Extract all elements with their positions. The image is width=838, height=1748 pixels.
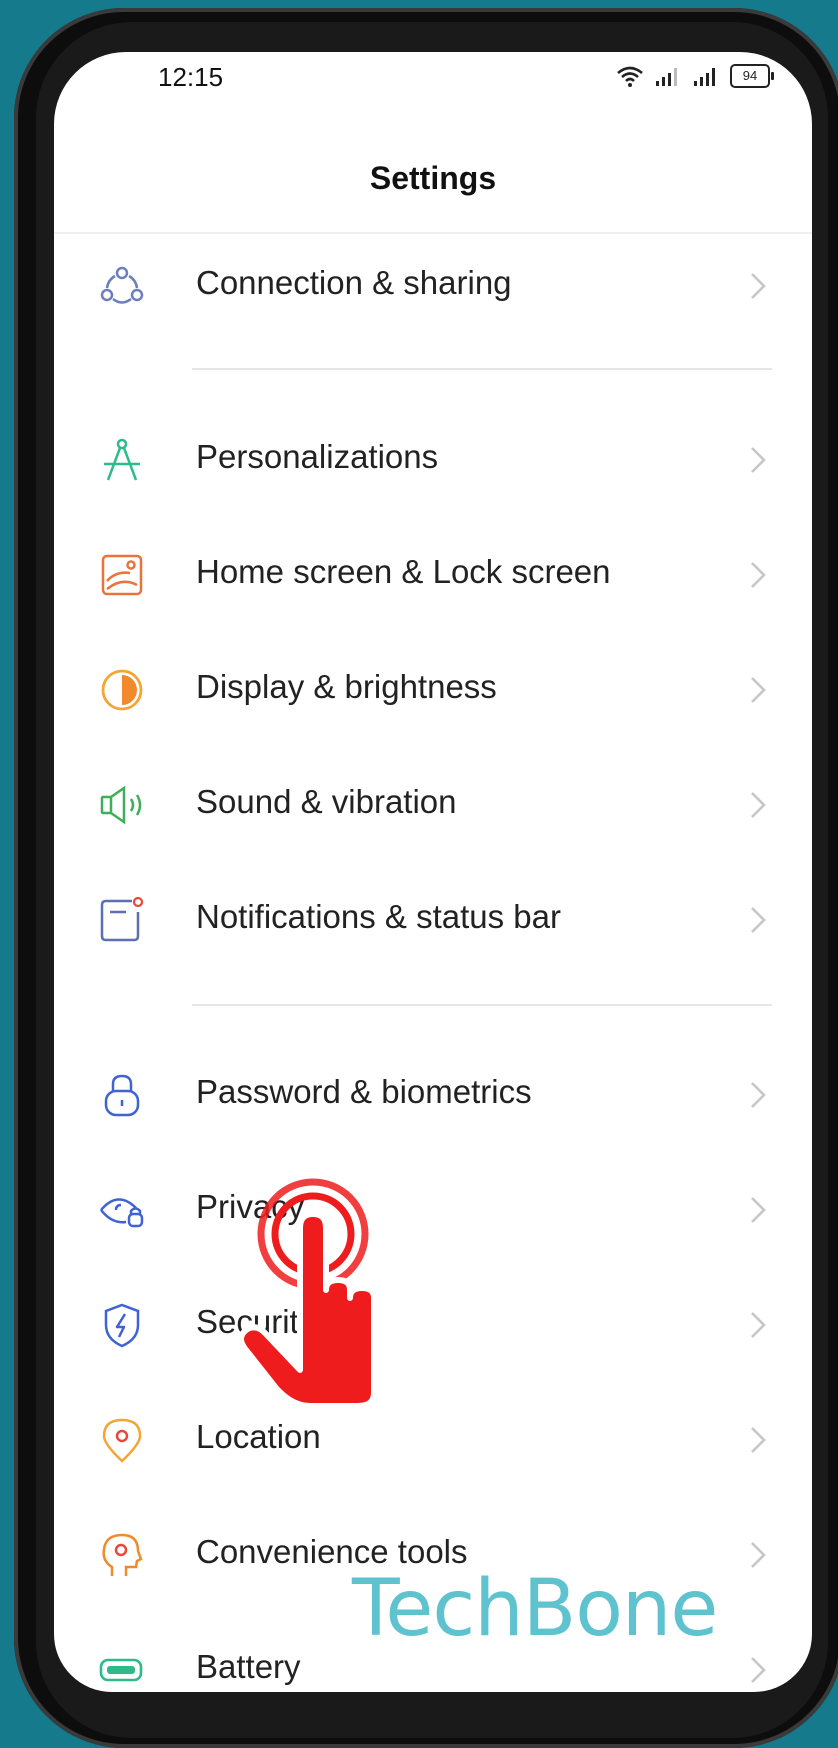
lock-icon (104, 1074, 140, 1117)
settings-item-personalizations[interactable]: Personalizations (54, 412, 812, 508)
settings-item-privacy[interactable]: Privacy (54, 1162, 812, 1258)
notification-icon (100, 896, 144, 942)
settings-item-label: Battery (196, 1648, 301, 1685)
status-time: 12:15 (158, 62, 224, 92)
settings-item-label: Password & biometrics (196, 1073, 532, 1110)
title-divider (54, 232, 812, 234)
compass-icon (104, 438, 140, 481)
settings-item-home-lock-screen[interactable]: Home screen & Lock screen (54, 527, 812, 623)
brightness-icon (101, 669, 143, 711)
chevron-right-icon (751, 1542, 766, 1568)
settings-item-location[interactable]: Location (54, 1392, 812, 1488)
speaker-icon (100, 785, 142, 825)
settings-item-password-biometrics[interactable]: Password & biometrics (54, 1047, 812, 1143)
status-bar: 12:15 94 (54, 52, 812, 132)
battery-icon (99, 1658, 143, 1682)
phone-screen: 12:15 94 Settings Connection & sharing P… (54, 52, 812, 1692)
section-divider (192, 368, 772, 370)
chevron-right-icon (751, 1657, 766, 1683)
settings-item-label: Home screen & Lock screen (196, 553, 611, 590)
shield-icon (104, 1303, 140, 1348)
signal-icon-2 (694, 68, 715, 86)
settings-item-label: Connection & sharing (196, 264, 512, 301)
head-gear-icon (102, 1533, 143, 1576)
settings-item-label: Personalizations (196, 438, 439, 475)
chevron-right-icon (751, 1312, 766, 1338)
chevron-right-icon (751, 907, 766, 933)
privacy-eye-icon (100, 1198, 144, 1228)
chevron-right-icon (751, 792, 766, 818)
settings-item-label: Display & brightness (196, 668, 497, 705)
wallpaper-icon (101, 554, 143, 596)
chevron-right-icon (751, 1082, 766, 1108)
settings-item-display-brightness[interactable]: Display & brightness (54, 642, 812, 738)
wifi-icon (617, 66, 643, 87)
connection-icon (100, 266, 144, 304)
section-divider (192, 1004, 772, 1006)
chevron-right-icon (751, 1427, 766, 1453)
page-title: Settings (369, 160, 497, 196)
settings-item-label: Sound & vibration (196, 783, 457, 820)
settings-item-sound-vibration[interactable]: Sound & vibration (54, 757, 812, 853)
tap-hand-icon (238, 1178, 377, 1408)
settings-item-notifications[interactable]: Notifications & status bar (54, 872, 812, 968)
settings-item-connection[interactable]: Connection & sharing (54, 238, 812, 334)
location-pin-icon (102, 1418, 142, 1463)
chevron-right-icon (751, 562, 766, 588)
settings-item-security[interactable]: Security (54, 1277, 812, 1373)
chevron-right-icon (751, 1197, 766, 1223)
chevron-right-icon (751, 273, 766, 299)
settings-item-label: Notifications & status bar (196, 898, 561, 935)
chevron-right-icon (751, 677, 766, 703)
techbone-watermark: TechBone (352, 1564, 718, 1654)
chevron-right-icon (751, 447, 766, 473)
battery-indicator: 94 (730, 64, 774, 88)
settings-item-label: Location (196, 1418, 321, 1455)
status-icons: 94 (616, 64, 774, 88)
signal-icon (656, 68, 677, 86)
